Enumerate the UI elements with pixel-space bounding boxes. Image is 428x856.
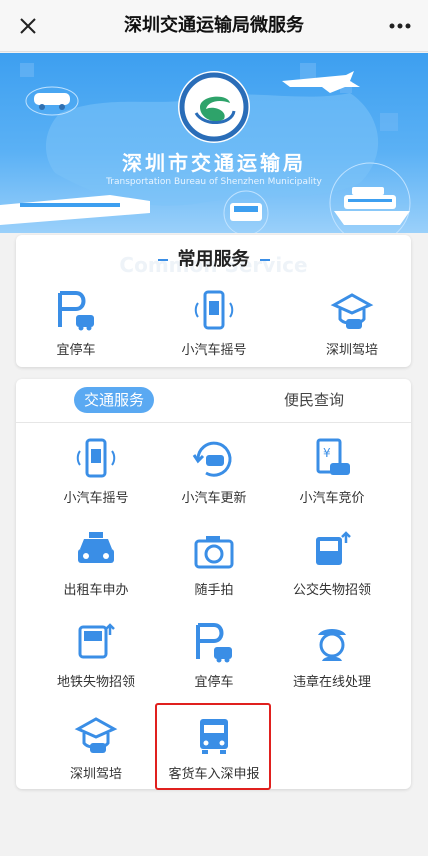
org-name-en: Transportation Bureau of Shenzhen Munici…: [106, 177, 322, 187]
common-service-parking[interactable]: 宜停车: [21, 289, 131, 358]
common-services-card: Common Service 常用服务 宜停车 小汽车摇号 深圳驾培: [16, 235, 411, 367]
service-violation-handling[interactable]: 违章在线处理: [277, 621, 387, 690]
service-label: 小汽车摇号: [63, 491, 129, 506]
driving-school-icon: [330, 293, 374, 329]
common-service-lottery[interactable]: 小汽车摇号: [159, 289, 269, 358]
car-renew-icon: [192, 441, 232, 477]
service-label: 地铁失物招领: [56, 675, 135, 690]
driving-school-icon: [74, 717, 118, 753]
train-illustration: [0, 195, 150, 225]
service-label: 公交失物招领: [292, 583, 371, 598]
service-label: 违章在线处理: [292, 675, 371, 690]
service-car-lottery[interactable]: 小汽车摇号: [41, 437, 151, 506]
common-service-label: 深圳驾培: [325, 343, 378, 358]
common-service-driving-school[interactable]: 深圳驾培: [297, 289, 407, 358]
title-dash-right: [259, 259, 270, 261]
service-driving-school[interactable]: 深圳驾培: [41, 713, 151, 782]
service-label: 出租车申办: [63, 583, 129, 598]
service-label: 小汽车更新: [181, 491, 247, 506]
service-car-renew[interactable]: 小汽车更新: [159, 437, 269, 506]
page-title: 深圳交通运输局微服务: [124, 15, 304, 36]
banner-illustration: [0, 63, 411, 233]
close-icon[interactable]: [14, 12, 42, 40]
phone-lottery-icon: [76, 438, 116, 478]
tab-public-query[interactable]: 便民查询: [274, 387, 354, 413]
taxi-icon: [78, 532, 114, 563]
service-snapshot[interactable]: 随手拍: [159, 529, 269, 598]
title-bar: 深圳交通运输局微服务: [0, 0, 428, 52]
service-taxi[interactable]: 出租车申办: [41, 529, 151, 598]
service-label: 小汽车竞价: [299, 491, 365, 506]
camera-icon: [194, 536, 234, 569]
phone-lottery-icon: [194, 290, 234, 330]
tab-traffic-services[interactable]: 交通服务: [74, 387, 154, 413]
svg-text:¥: ¥: [323, 446, 331, 460]
common-services-title: 常用服务: [16, 245, 411, 271]
bus-lost-found-icon: [316, 531, 351, 565]
common-service-label: 宜停车: [56, 343, 96, 358]
service-label: 宜停车: [194, 675, 234, 690]
car-illustration: [25, 86, 79, 116]
common-service-label: 小汽车摇号: [181, 343, 247, 358]
service-label: 深圳驾培: [69, 767, 122, 782]
banner: 深圳市交通运输局 Transportation Bureau of Shenzh…: [0, 53, 428, 233]
service-car-bid[interactable]: ¥ 小汽车竞价: [277, 437, 387, 506]
highlight-box: [155, 703, 271, 790]
service-parking[interactable]: 宜停车: [159, 621, 269, 690]
parking-icon: [58, 291, 94, 331]
service-bus-lost-found[interactable]: 公交失物招领: [277, 529, 387, 598]
common-services-title-text: 常用服务: [177, 249, 250, 270]
bureau-logo: [178, 71, 250, 143]
service-metro-lost-found[interactable]: 地铁失物招领: [41, 621, 151, 690]
metro-lost-found-icon: [78, 623, 115, 659]
title-dash-left: [157, 259, 168, 261]
parking-icon: [196, 623, 232, 663]
more-options-icon[interactable]: [386, 14, 414, 38]
org-name: 深圳市交通运输局: [122, 151, 306, 175]
service-label: 随手拍: [194, 583, 234, 598]
car-bid-icon: ¥: [316, 438, 350, 475]
police-icon: [318, 629, 346, 661]
services-tabs: 交通服务 便民查询: [16, 379, 411, 423]
